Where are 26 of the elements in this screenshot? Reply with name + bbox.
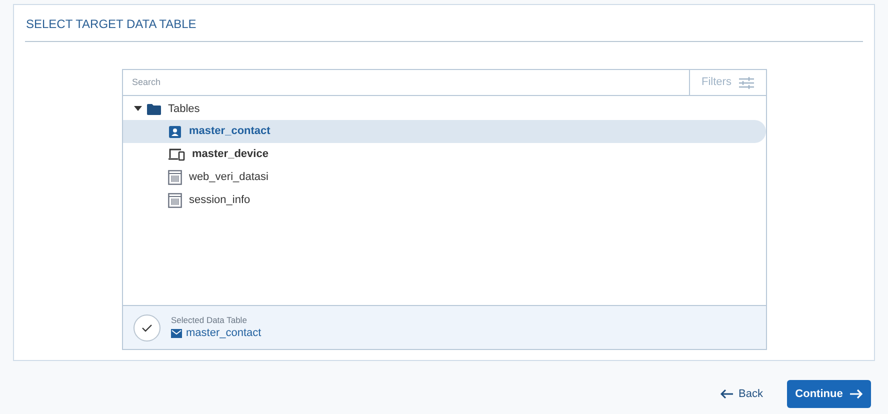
tree-folder-label[interactable]: Tables <box>168 100 200 118</box>
arrow-right-icon <box>850 389 863 399</box>
table-list-item[interactable]: master_contact <box>123 120 766 143</box>
table-name: session_info <box>189 193 250 208</box>
devices-icon <box>168 148 185 161</box>
search-field[interactable]: Search <box>123 70 689 95</box>
table-name: master_device <box>192 147 268 162</box>
continue-button[interactable]: Continue <box>787 380 871 408</box>
arrow-left-icon <box>720 389 733 399</box>
caret-icon[interactable] <box>134 106 142 112</box>
check-circle-icon <box>133 314 161 342</box>
table-name: web_veri_datasi <box>189 170 268 186</box>
sliders-icon <box>739 76 754 88</box>
folder-icon <box>147 104 161 114</box>
dialog-title: SELECT TARGET DATA TABLE <box>25 17 863 42</box>
back-button[interactable]: Back <box>720 386 763 402</box>
selected-table-name: master_contact <box>186 326 262 340</box>
table-icon <box>168 170 182 185</box>
envelope-icon <box>171 328 182 338</box>
selection-caption: Selected Data Table <box>171 315 248 326</box>
table-list-item[interactable]: web_veri_datasi <box>123 166 766 189</box>
table-list-item[interactable]: session_info <box>123 189 766 212</box>
table-name: master_contact <box>189 124 270 140</box>
contact-card-icon <box>168 124 182 138</box>
table-icon <box>168 193 182 208</box>
table-list-item[interactable]: master_device <box>123 143 766 166</box>
